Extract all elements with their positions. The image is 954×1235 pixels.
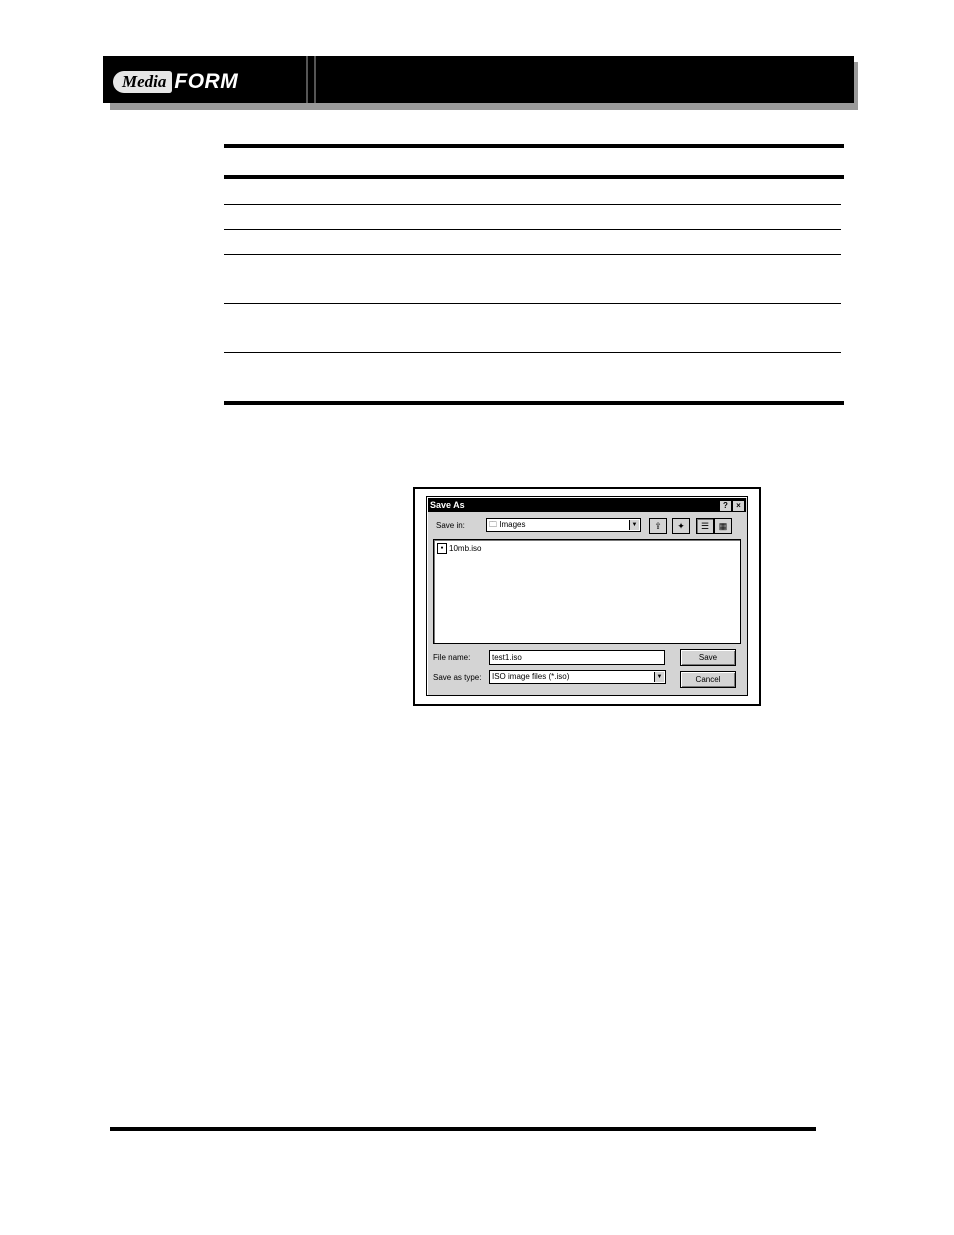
table-row-rule [224, 352, 841, 353]
chevron-down-icon[interactable]: ▼ [629, 520, 639, 530]
file-name-label: File name: [433, 653, 471, 662]
save-in-label: Save in: [436, 521, 465, 530]
folder-icon: 🗀 [489, 520, 497, 529]
save-as-type-label: Save as type: [433, 673, 482, 682]
table-row-rule [224, 229, 841, 230]
save-as-type-value: ISO image files (*.iso) [492, 672, 570, 681]
logo-word: FORM [174, 70, 239, 93]
details-view-button[interactable]: ▦ [714, 518, 732, 534]
chevron-down-icon[interactable]: ▼ [654, 672, 664, 682]
table-top-rule [224, 144, 844, 148]
up-folder-icon: ⇪ [654, 521, 662, 531]
save-in-value: Images [499, 520, 526, 529]
table-row-rule [224, 204, 841, 205]
header-divider [314, 56, 316, 103]
table-row-rule [224, 254, 841, 255]
file-list[interactable]: ● 10mb.iso [433, 539, 741, 644]
logo-prefix: Media [113, 71, 173, 93]
table-bottom-rule [224, 401, 844, 405]
up-folder-button[interactable]: ⇪ [649, 518, 667, 534]
new-folder-button[interactable]: ✦ [672, 518, 690, 534]
file-name: 10mb.iso [449, 544, 482, 553]
list-item[interactable]: ● 10mb.iso [437, 543, 481, 554]
list-view-icon: ☰ [700, 521, 710, 531]
new-folder-icon: ✦ [677, 521, 685, 531]
help-button[interactable]: ? [719, 500, 732, 512]
dialog-titlebar[interactable]: Save As ? × [428, 498, 746, 512]
cancel-button[interactable]: Cancel [680, 671, 736, 688]
close-button[interactable]: × [732, 500, 745, 512]
iso-file-icon: ● [437, 543, 447, 554]
save-button[interactable]: Save [680, 649, 736, 666]
header-divider [306, 56, 308, 103]
mediaform-logo: Media FORM [113, 70, 238, 94]
dialog-title: Save As [430, 500, 465, 510]
table-header-rule [224, 175, 844, 179]
list-view-button[interactable]: ☰ [696, 518, 714, 534]
save-as-dialog: Save As ? × Save in: 🗀 Images ▼ ⇪ ✦ ☰ ▦ … [426, 496, 748, 696]
save-as-type-dropdown[interactable]: ISO image files (*.iso) ▼ [489, 670, 666, 684]
details-view-icon: ▦ [718, 521, 728, 531]
save-in-dropdown[interactable]: 🗀 Images ▼ [486, 518, 641, 532]
footer-rule [110, 1127, 816, 1131]
file-name-field[interactable]: test1.iso [489, 650, 665, 665]
table-row-rule [224, 303, 841, 304]
